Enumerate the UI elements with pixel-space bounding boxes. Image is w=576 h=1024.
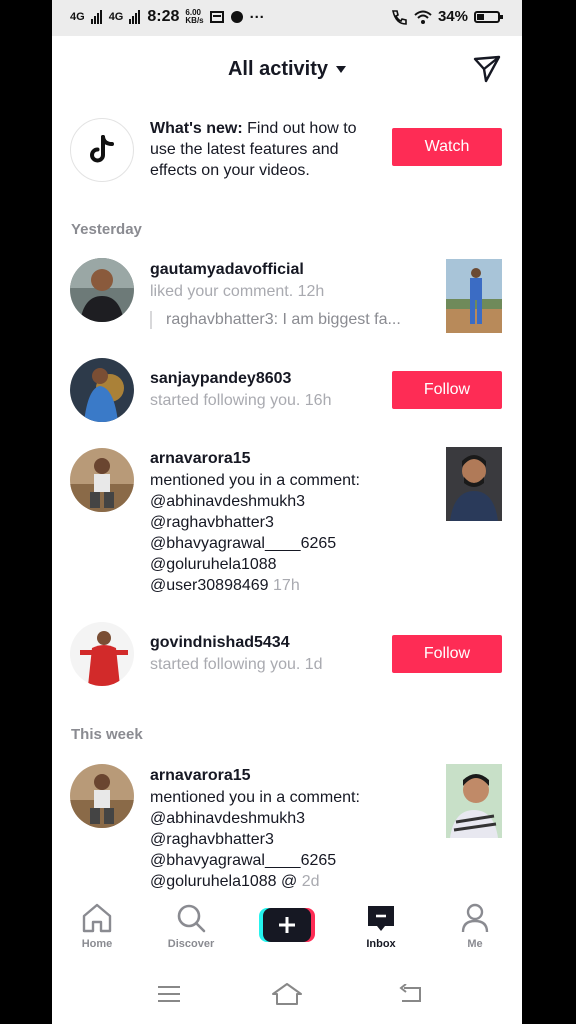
avatar[interactable] bbox=[70, 258, 134, 322]
tab-home[interactable]: Home bbox=[57, 898, 137, 950]
tiktok-note-icon bbox=[90, 135, 114, 163]
video-thumbnail[interactable] bbox=[446, 259, 502, 333]
signal-icon bbox=[90, 10, 102, 24]
menu-icon[interactable] bbox=[156, 984, 182, 1004]
tab-home-label: Home bbox=[81, 938, 113, 950]
wifi-icon bbox=[414, 10, 432, 24]
signal-icon-2 bbox=[129, 10, 141, 24]
notification-time: 17h bbox=[273, 577, 300, 594]
page-title: All activity bbox=[227, 58, 329, 80]
mention-line: mentioned you in a comment: bbox=[150, 472, 360, 489]
network-4g-label-2: 4G bbox=[108, 11, 124, 23]
notification-time: 12h bbox=[297, 283, 325, 300]
header: All activity bbox=[52, 52, 522, 88]
notification-username[interactable]: arnavarora15 bbox=[150, 450, 251, 468]
video-thumbnail[interactable] bbox=[446, 764, 502, 838]
follow-button[interactable]: Follow bbox=[392, 371, 502, 409]
whats-new-bold: What's new: bbox=[150, 120, 243, 137]
whats-new-banner: What's new: Find out how to use the late… bbox=[70, 116, 504, 184]
action-text: liked your comment. bbox=[150, 283, 294, 300]
follow-button[interactable]: Follow bbox=[392, 635, 502, 673]
phone-screen: 4G 4G 8:28 6.00 KB/s ··· 34% All activit… bbox=[52, 0, 522, 1024]
activity-filter-dropdown[interactable]: All activity bbox=[52, 58, 522, 81]
notification-time: 1d bbox=[304, 656, 323, 673]
caret-down-icon bbox=[336, 66, 347, 74]
notification-action: liked your comment. 12h bbox=[150, 283, 324, 301]
tab-discover[interactable]: Discover bbox=[151, 898, 231, 950]
network-4g-label: 4G bbox=[70, 11, 85, 23]
clock: 8:28 bbox=[147, 8, 180, 25]
volte-call-icon bbox=[391, 9, 407, 25]
action-text: started following you. bbox=[150, 656, 301, 673]
home-nav-icon[interactable] bbox=[271, 982, 303, 1006]
mention-user[interactable]: @abhinavdeshmukh3 bbox=[150, 491, 360, 512]
net-speed-unit: KB/s bbox=[185, 16, 204, 25]
status-right: 34% bbox=[390, 8, 503, 25]
mention-user[interactable]: @user30898469 bbox=[150, 577, 269, 594]
mention-user[interactable]: @abhinavdeshmukh3 bbox=[150, 808, 360, 829]
tab-me[interactable]: Me bbox=[435, 898, 515, 950]
home-icon bbox=[82, 903, 112, 933]
tab-inbox[interactable]: Inbox bbox=[341, 898, 421, 950]
direct-message-icon[interactable] bbox=[472, 54, 502, 84]
video-thumbnail[interactable] bbox=[446, 447, 502, 521]
battery-percent: 34% bbox=[437, 8, 468, 25]
mention-line: mentioned you in a comment: bbox=[150, 789, 360, 806]
inbox-icon bbox=[368, 906, 394, 931]
avatar[interactable] bbox=[70, 764, 134, 828]
avatar[interactable] bbox=[70, 622, 134, 686]
status-left: 4G 4G 8:28 6.00 KB/s ··· bbox=[70, 8, 265, 26]
notification-username[interactable]: arnavarora15 bbox=[150, 767, 251, 785]
mention-user[interactable]: @raghavbhatter3 bbox=[150, 829, 360, 850]
notification-action: started following you. 1d bbox=[150, 656, 323, 674]
battery-icon bbox=[474, 10, 503, 23]
profile-icon bbox=[461, 903, 489, 933]
system-nav-bar bbox=[52, 964, 522, 1024]
notification-username[interactable]: gautamyadavofficial bbox=[150, 261, 304, 279]
net-speed: 6.00 KB/s bbox=[185, 9, 203, 25]
section-this-week: This week bbox=[71, 726, 143, 743]
tiktok-logo bbox=[70, 118, 134, 182]
mention-user[interactable]: @raghavbhatter3 bbox=[150, 512, 360, 533]
notification-time: 16h bbox=[304, 392, 332, 409]
mention-body: mentioned you in a comment: @abhinavdesh… bbox=[150, 470, 360, 596]
mention-user[interactable]: @bhavyagrawal____6265 bbox=[150, 533, 360, 554]
data-usage-icon bbox=[209, 11, 224, 23]
avatar[interactable] bbox=[70, 448, 134, 512]
tab-discover-label: Discover bbox=[167, 938, 215, 950]
status-bar: 4G 4G 8:28 6.00 KB/s ··· 34% bbox=[52, 0, 522, 36]
section-yesterday: Yesterday bbox=[71, 221, 142, 238]
notification-username[interactable]: govindnishad5434 bbox=[150, 634, 290, 652]
action-text: started following you. bbox=[150, 392, 301, 409]
notification-icon bbox=[230, 11, 243, 23]
mention-user[interactable]: @bhavyagrawal____6265 bbox=[150, 850, 360, 871]
search-icon bbox=[177, 904, 206, 933]
tab-me-label: Me bbox=[467, 938, 483, 950]
notification-username[interactable]: sanjaypandey8603 bbox=[150, 370, 291, 388]
notification-action: started following you. 16h bbox=[150, 392, 331, 410]
back-icon[interactable] bbox=[396, 984, 424, 1004]
mention-user[interactable]: @goluruhela1088 bbox=[150, 554, 360, 575]
comment-quote[interactable]: raghavbhatter3: I am biggest fa... bbox=[150, 311, 428, 329]
create-video-button[interactable] bbox=[259, 908, 315, 942]
mention-body: mentioned you in a comment: @abhinavdesh… bbox=[150, 787, 360, 892]
tab-inbox-label: Inbox bbox=[366, 938, 396, 950]
mention-user[interactable]: @goluruhela1088 @ bbox=[150, 873, 297, 890]
whats-new-text: What's new: Find out how to use the late… bbox=[150, 118, 384, 181]
plus-icon bbox=[259, 908, 315, 942]
watch-button[interactable]: Watch bbox=[392, 128, 502, 166]
notification-time: 2d bbox=[301, 873, 320, 890]
more-notifications-dots: ··· bbox=[249, 8, 265, 26]
bottom-tab-bar: Home Discover Inbox Me bbox=[52, 890, 522, 964]
avatar[interactable] bbox=[70, 358, 134, 422]
